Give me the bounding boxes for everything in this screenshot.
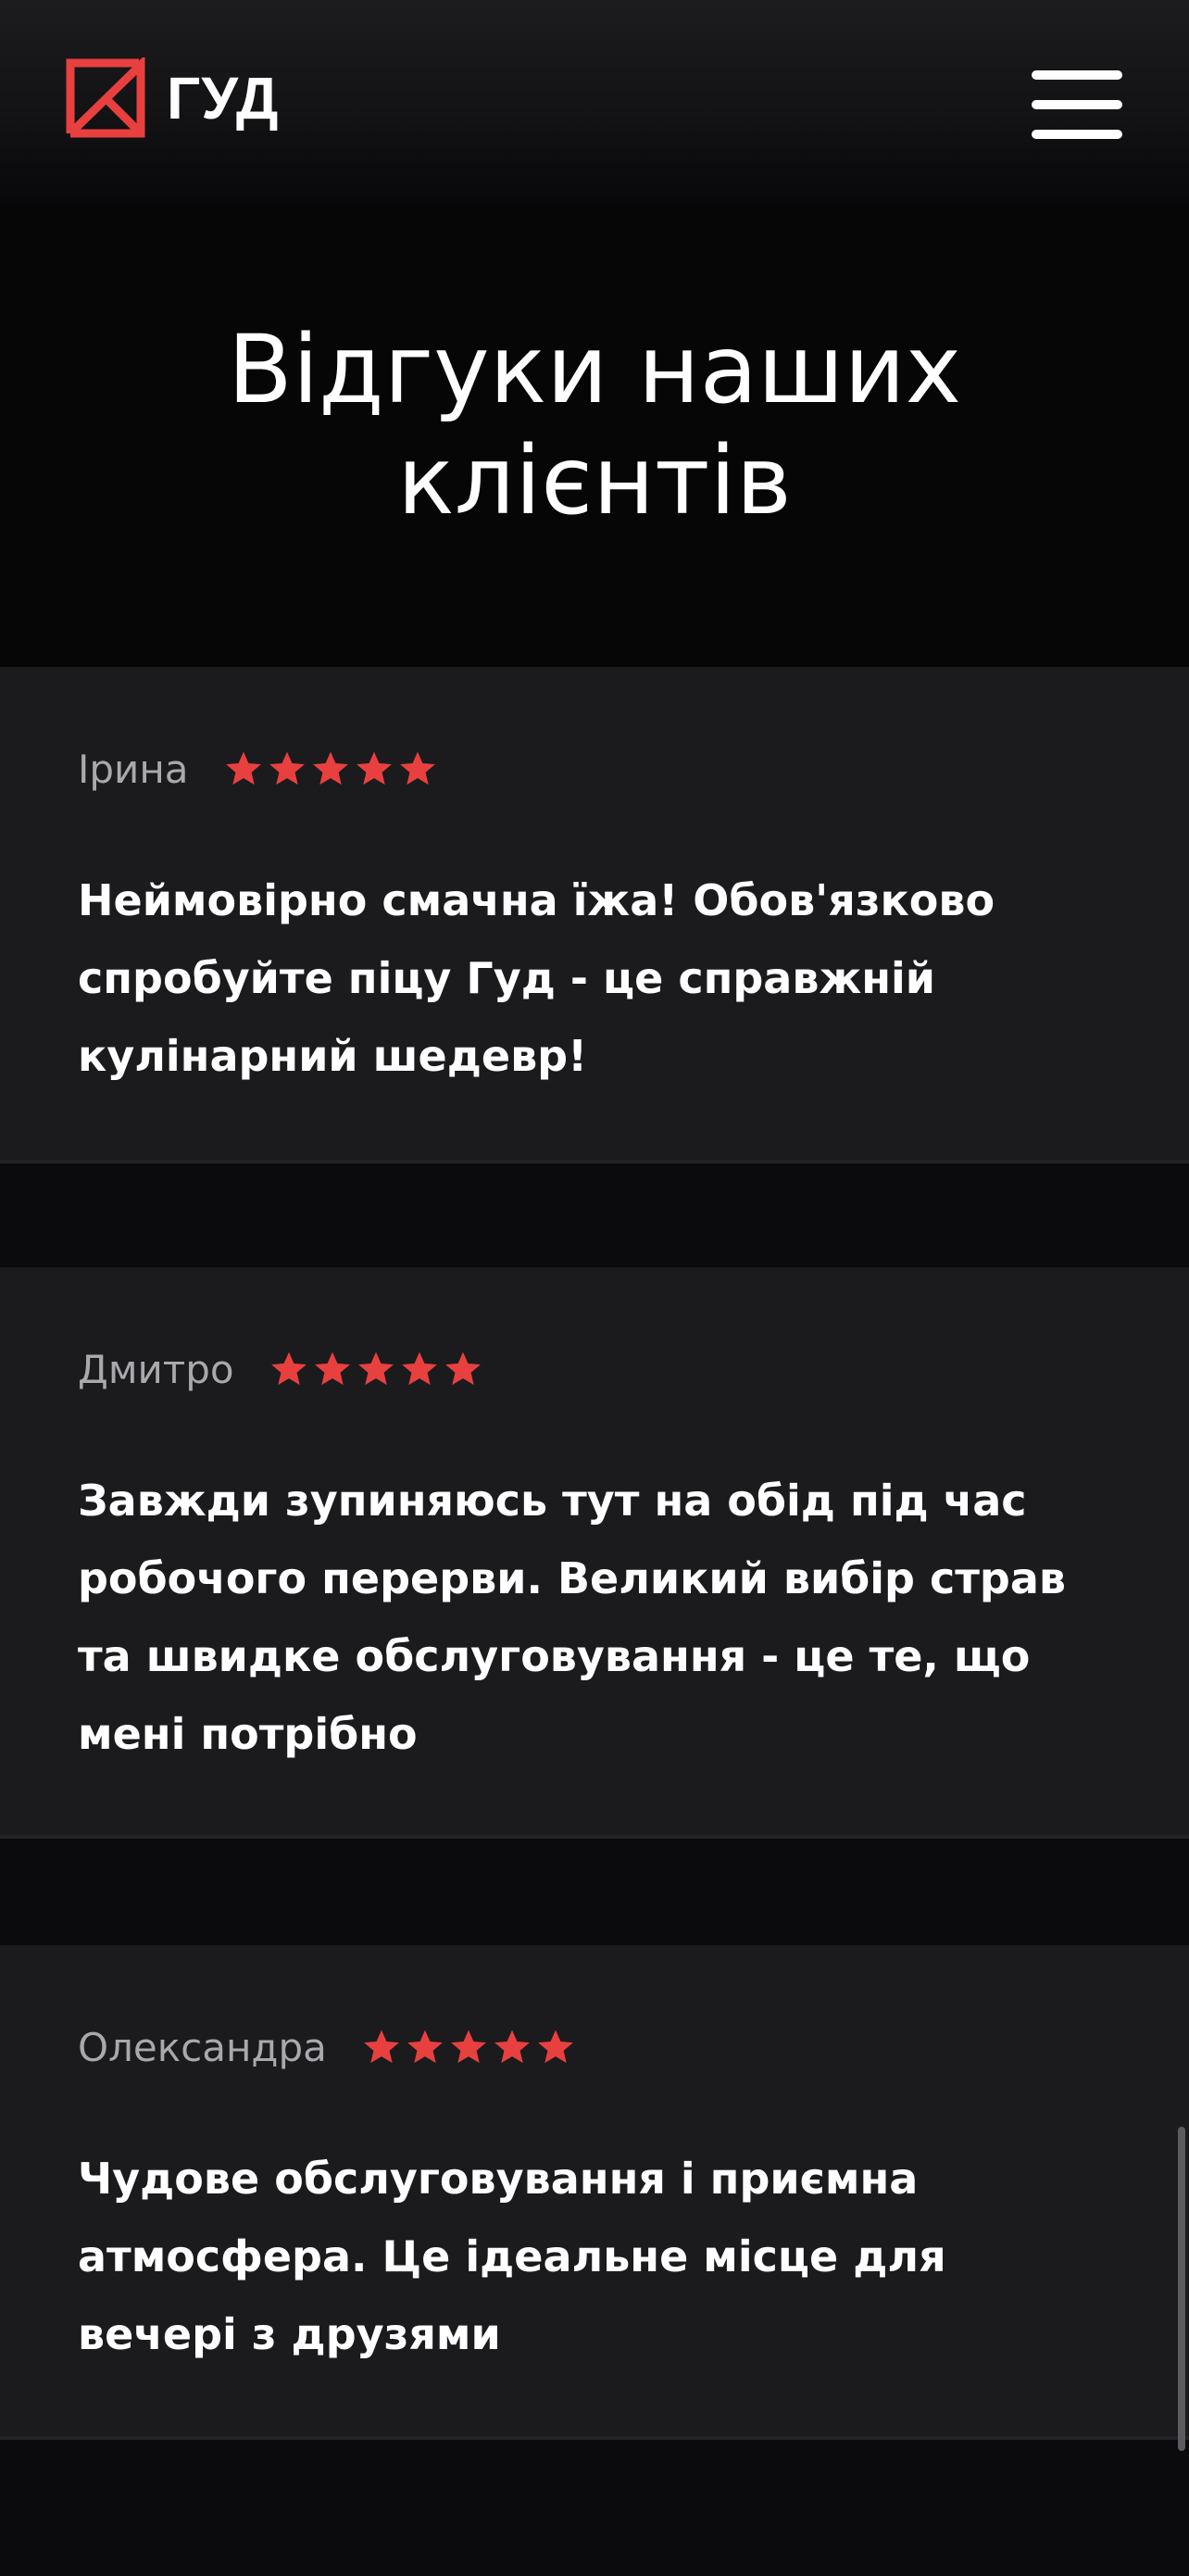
star-icon bbox=[399, 751, 435, 785]
site-header: ГУД bbox=[0, 0, 1189, 204]
hamburger-menu-bar bbox=[1032, 130, 1122, 139]
star-icon bbox=[312, 751, 348, 785]
star-icon bbox=[401, 1351, 437, 1386]
star-icon bbox=[444, 1351, 481, 1386]
star-icon bbox=[407, 2029, 443, 2064]
page-title: Відгуки наших клієнтів bbox=[227, 315, 962, 536]
star-rating bbox=[224, 749, 442, 788]
review-text: Чудове обслуговування і приємна атмосфер… bbox=[78, 2154, 946, 2359]
star-rating bbox=[269, 1350, 487, 1389]
brand-name: ГУД bbox=[167, 65, 280, 132]
review-text: Завжди зупиняюсь тут на обід під час роб… bbox=[78, 1476, 1067, 1759]
review-header: Дмитро bbox=[78, 1341, 487, 1397]
star-icon bbox=[363, 2029, 399, 2064]
review-header: Ірина bbox=[78, 741, 442, 797]
review-text: Неймовірно смачна їжа! Обов'язково спроб… bbox=[78, 875, 995, 1081]
reviewer-name: Ірина bbox=[78, 746, 189, 792]
reviews-hero: Відгуки наших клієнтів bbox=[0, 204, 1189, 667]
star-icon bbox=[314, 1351, 350, 1386]
star-icon bbox=[537, 2029, 573, 2064]
gud-logo-icon bbox=[66, 57, 145, 138]
review-card: Ірина Неймовірно смачна їжа! Обов'язково… bbox=[0, 667, 1189, 1160]
star-icon bbox=[450, 2029, 486, 2064]
star-icon bbox=[356, 751, 392, 785]
review-header: Олександра bbox=[78, 2019, 580, 2075]
review-card: Дмитро Завжди зупиняюсь тут на обід під … bbox=[0, 1267, 1189, 1835]
star-icon bbox=[270, 1351, 307, 1386]
star-icon bbox=[225, 751, 261, 785]
review-card: Олександра Чудове обслуговування і приєм… bbox=[0, 1945, 1189, 2436]
hamburger-menu-icon bbox=[1032, 70, 1122, 80]
star-icon bbox=[269, 751, 305, 785]
reviewer-name: Дмитро bbox=[78, 1346, 234, 1392]
logo-link[interactable]: ГУД bbox=[65, 57, 279, 139]
star-icon bbox=[494, 2029, 530, 2064]
reviewer-name: Олександра bbox=[78, 2024, 327, 2070]
star-rating bbox=[362, 2028, 580, 2067]
scrollbar-thumb[interactable] bbox=[1178, 2127, 1185, 2451]
page: ГУД Відгуки наших клієнтів Ірина Неймові… bbox=[0, 0, 1189, 2576]
hamburger-menu-button[interactable] bbox=[1032, 70, 1122, 139]
star-icon bbox=[357, 1351, 394, 1386]
hamburger-menu-bar bbox=[1032, 100, 1122, 109]
